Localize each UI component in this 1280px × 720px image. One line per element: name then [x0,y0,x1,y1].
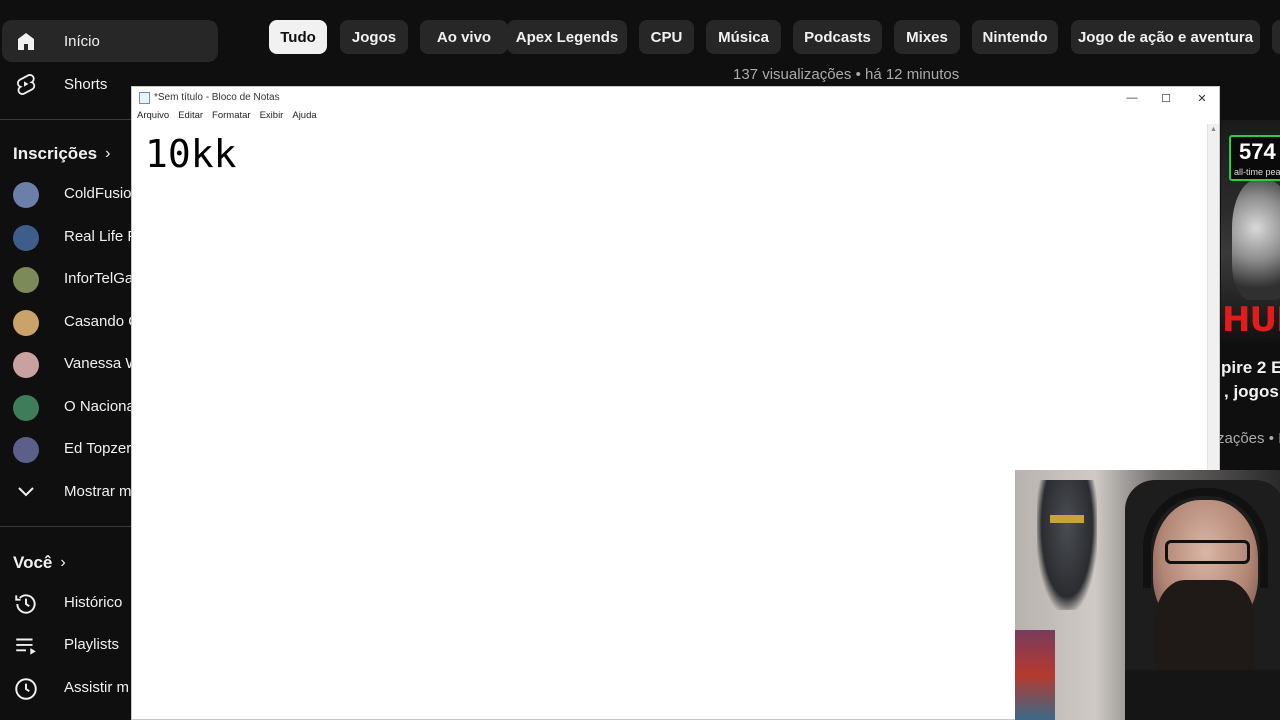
subscriptions-title-label: Inscrições [13,144,98,163]
chip-live[interactable]: Ao vivo [420,20,508,54]
peak-number: 574 [1239,139,1276,164]
chip-cpu[interactable]: CPU [639,20,694,54]
avatar [13,437,39,463]
show-more-label: Mostrar m [64,483,132,500]
chevron-right-icon: › [105,145,111,162]
screen: Início Shorts Inscrições › ColdFusio Rea… [0,0,1280,720]
thumbnail-text: HUM [1222,300,1280,340]
chevron-right-icon: › [60,554,66,571]
avatar [13,352,39,378]
chip-nintendo[interactable]: Nintendo [972,20,1058,54]
menu-help[interactable]: Ajuda [292,110,316,124]
notepad-menubar: Arquivo Editar Formatar Exibir Ajuda [132,110,1219,124]
batman-figure [1037,480,1097,610]
minimize-button[interactable]: — [1115,89,1149,107]
subscription-label: ColdFusio [64,185,132,202]
batman-belt [1050,515,1084,523]
notepad-app-icon [139,92,150,104]
streamer-shirt [1125,670,1280,720]
maximize-button[interactable]: ☐ [1149,89,1183,107]
toy-shelf [1015,630,1055,720]
avatar [13,225,39,251]
chip-all[interactable]: Tudo [269,20,327,54]
you-title[interactable]: Você › [13,553,66,573]
subscription-label: Casando C [64,313,140,330]
menu-file[interactable]: Arquivo [137,110,169,124]
sidebar-item-home[interactable]: Início [2,20,218,62]
sidebar-item-label: Shorts [64,75,108,93]
video-title-line[interactable]: pire 2 E [1221,358,1280,378]
you-title-label: Você [13,553,53,572]
subscription-label: Ed Topzer [64,440,132,457]
sidebar-item-label: Assistir m [64,679,129,696]
clock-icon [15,678,37,700]
notepad-title: *Sem título - Bloco de Notas [154,92,280,103]
avatar [13,310,39,336]
avatar [13,182,39,208]
peak-caption: all-time pea [1234,167,1280,177]
sidebar-item-label: Histórico [64,594,123,611]
close-button[interactable]: ✕ [1185,89,1219,107]
sidebar-item-label: Playlists [64,636,120,653]
playlists-icon [16,638,36,655]
avatar [13,267,39,293]
chip-music[interactable]: Música [706,20,781,54]
menu-edit[interactable]: Editar [178,110,203,124]
sidebar-item-label: Início [64,32,100,50]
chip-next[interactable] [1272,20,1280,54]
video-title-line[interactable]: , jogos A [1224,382,1280,402]
history-icon [15,594,36,614]
notepad-content: 10kk [145,132,237,176]
chip-podcasts[interactable]: Podcasts [793,20,882,54]
peak-badge: 574 all-time pea [1229,135,1280,181]
chip-apex-legends[interactable]: Apex Legends [507,20,627,54]
video-meta: 137 visualizações • há 12 minutos [733,66,960,83]
home-icon [18,33,34,50]
menu-format[interactable]: Formatar [212,110,251,124]
subscriptions-title[interactable]: Inscrições › [13,144,110,164]
chip-action-adventure[interactable]: Jogo de ação e aventura [1071,20,1260,54]
scroll-up-icon: ▲ [1210,126,1217,133]
skull-image [1232,180,1280,300]
chip-games[interactable]: Jogos [340,20,408,54]
subscription-label: O Naciona [64,398,135,415]
subscription-label: InforTelGa [64,270,134,287]
webcam-overlay [1015,470,1280,720]
shorts-icon [16,74,36,95]
subscription-label: Vanessa W [64,355,140,372]
avatar [13,395,39,421]
video-meta-right: zações • I [1217,430,1280,447]
chevron-down-icon [18,487,34,497]
notepad-titlebar[interactable]: *Sem título - Bloco de Notas — ☐ ✕ [132,87,1219,109]
chip-mixes[interactable]: Mixes [894,20,960,54]
subscription-label: Real Life F [64,228,137,245]
menu-view[interactable]: Exibir [260,110,284,124]
